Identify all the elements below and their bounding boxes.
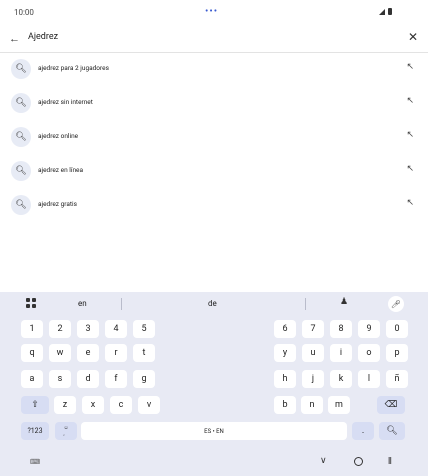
key-x[interactable]: x [82, 396, 104, 414]
key-0[interactable]: 0 [386, 320, 408, 338]
key-a[interactable]: a [21, 370, 43, 388]
key-6[interactable]: 6 [274, 320, 296, 338]
key-u[interactable]: u [302, 344, 324, 362]
key-z[interactable]: z [54, 396, 76, 414]
battery-icon [388, 8, 392, 15]
search-bar: ← Ajedrez ✕ [0, 27, 428, 53]
key-h[interactable]: h [274, 370, 296, 388]
key-y[interactable]: y [274, 344, 296, 362]
key-1[interactable]: 1 [21, 320, 43, 338]
key-t[interactable]: t [133, 344, 155, 362]
fill-query-arrow-icon[interactable]: ↖ [406, 96, 414, 106]
word-suggestion[interactable]: en [78, 299, 87, 308]
suggestion-item[interactable]: 🔍︎ ajedrez sin internet ↖ [0, 87, 428, 121]
signal-icon [379, 8, 385, 15]
home-icon[interactable] [354, 457, 363, 466]
keyboard-suggestion-strip: en de ♟ 🎤︎ [0, 292, 428, 316]
keyboard-switch-icon[interactable]: ⌨ [30, 458, 40, 466]
word-suggestion[interactable]: de [208, 299, 217, 308]
key-v[interactable]: v [138, 396, 160, 414]
fill-query-arrow-icon[interactable]: ↖ [406, 198, 414, 208]
search-icon: 🔍︎ [11, 93, 31, 113]
suggestion-text: ajedrez en línea [38, 166, 84, 174]
divider [305, 298, 306, 310]
key-7[interactable]: 7 [302, 320, 324, 338]
suggestion-item[interactable]: 🔍︎ ajedrez gratis ↖ [0, 189, 428, 223]
key-k[interactable]: k [330, 370, 352, 388]
multitask-dots-icon[interactable]: ••• [205, 6, 218, 17]
search-input[interactable]: Ajedrez [28, 32, 58, 42]
key-c[interactable]: c [110, 396, 132, 414]
key-5[interactable]: 5 [133, 320, 155, 338]
search-icon: 🔍︎ [11, 59, 31, 79]
key-i[interactable]: i [330, 344, 352, 362]
emoji-key[interactable]: ☺, [55, 422, 77, 440]
key-q[interactable]: q [21, 344, 43, 362]
period-key[interactable]: . [352, 422, 374, 440]
key-f[interactable]: f [105, 370, 127, 388]
search-icon: 🔍︎ [11, 195, 31, 215]
symbols-key[interactable]: ?123 [21, 422, 49, 440]
search-icon: 🔍︎ [11, 127, 31, 147]
suggestion-text: ajedrez gratis [38, 200, 77, 208]
system-icons [379, 8, 392, 15]
clear-search-icon[interactable]: ✕ [408, 30, 418, 44]
suggestion-text: ajedrez para 2 jugadores [38, 64, 109, 72]
search-action-key[interactable]: 🔍︎ [379, 422, 405, 440]
status-bar: 10:00 ••• [0, 0, 428, 26]
apps-grid-icon[interactable] [26, 298, 36, 308]
suggestion-text: ajedrez sin internet [38, 98, 93, 106]
key-9[interactable]: 9 [358, 320, 380, 338]
shift-key[interactable]: ⇧ [21, 396, 49, 414]
backspace-key[interactable]: ⌫ [377, 396, 405, 414]
key-4[interactable]: 4 [105, 320, 127, 338]
suggestion-item[interactable]: 🔍︎ ajedrez en línea ↖ [0, 155, 428, 189]
key-b[interactable]: b [274, 396, 296, 414]
person-icon[interactable]: ♟ [340, 297, 348, 307]
space-bar[interactable]: ES • EN [81, 422, 347, 440]
key-8[interactable]: 8 [330, 320, 352, 338]
divider [121, 298, 122, 310]
key-m[interactable]: m [328, 396, 350, 414]
suggestion-item[interactable]: 🔍︎ ajedrez para 2 jugadores ↖ [0, 53, 428, 87]
key-l[interactable]: l [358, 370, 380, 388]
key-d[interactable]: d [77, 370, 99, 388]
fill-query-arrow-icon[interactable]: ↖ [406, 164, 414, 174]
key-p[interactable]: p [386, 344, 408, 362]
chevron-down-icon[interactable]: ∨ [320, 456, 327, 466]
key-n[interactable]: n [301, 396, 323, 414]
suggestion-text: ajedrez online [38, 132, 79, 140]
navigation-bar: ⌨ ∨ ||| [0, 448, 428, 476]
key-3[interactable]: 3 [77, 320, 99, 338]
key-g[interactable]: g [133, 370, 155, 388]
fill-query-arrow-icon[interactable]: ↖ [406, 62, 414, 72]
key-s[interactable]: s [49, 370, 71, 388]
recents-icon[interactable]: ||| [388, 456, 392, 465]
key-o[interactable]: o [358, 344, 380, 362]
fill-query-arrow-icon[interactable]: ↖ [406, 130, 414, 140]
status-time: 10:00 [14, 8, 34, 17]
key-e[interactable]: e [77, 344, 99, 362]
microphone-icon[interactable]: 🎤︎ [388, 296, 404, 312]
key-ñ[interactable]: ñ [386, 370, 408, 388]
back-arrow-icon[interactable]: ← [9, 32, 20, 45]
suggestion-item[interactable]: 🔍︎ ajedrez online ↖ [0, 121, 428, 155]
key-2[interactable]: 2 [49, 320, 71, 338]
search-icon: 🔍︎ [11, 161, 31, 181]
key-r[interactable]: r [105, 344, 127, 362]
key-j[interactable]: j [302, 370, 324, 388]
key-w[interactable]: w [49, 344, 71, 362]
